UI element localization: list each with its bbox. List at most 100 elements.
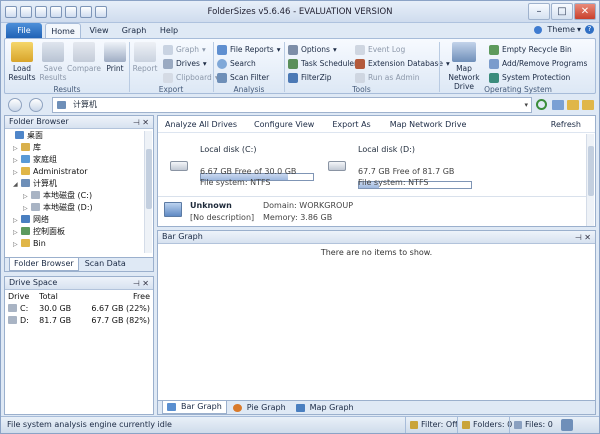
table-row[interactable]: D: 81.7 GB 67.7 GB (82%): [5, 314, 153, 326]
empty-recycle-bin-button[interactable]: Empty Recycle Bin: [489, 43, 572, 56]
configure-view-button[interactable]: Configure View: [254, 120, 314, 129]
log-icon: [355, 44, 365, 55]
print-label: Print: [106, 64, 124, 73]
tree-item-homegroup[interactable]: ▷ 家庭组: [13, 154, 57, 166]
tree-item-label: Bin: [33, 239, 46, 248]
window-title: FolderSizes v5.6.46 - EVALUATION VERSION: [207, 7, 393, 17]
help-icon[interactable]: ?: [585, 25, 594, 34]
column-drive[interactable]: Drive: [5, 290, 36, 302]
group-os-label: Operating System: [484, 85, 552, 94]
tree-item-drive-d[interactable]: ▷ 本地磁盘 (D:): [23, 202, 93, 214]
export-clipboard-button[interactable]: Clipboard▾: [163, 71, 219, 84]
print-button[interactable]: Print: [100, 42, 130, 73]
folder-star-icon[interactable]: [582, 100, 594, 110]
folder-icon[interactable]: [567, 100, 579, 110]
add-remove-programs-button[interactable]: Add/Remove Programs: [489, 57, 587, 70]
column-total[interactable]: Total: [36, 290, 79, 302]
tree-item-network[interactable]: ▷ 网络: [13, 214, 49, 226]
map-network-drive-link[interactable]: Map Network Drive: [390, 120, 467, 129]
chevron-down-icon[interactable]: ▾: [524, 98, 528, 112]
tab-help[interactable]: Help: [155, 23, 183, 39]
compare-button[interactable]: Compare: [67, 42, 101, 73]
system-protection-button[interactable]: System Protection: [489, 71, 570, 84]
task-scheduler-button[interactable]: Task Scheduler: [288, 57, 357, 70]
tree-item-desktop[interactable]: 桌面: [7, 130, 43, 142]
folder-up-icon[interactable]: [552, 100, 564, 110]
tab-pie-graph[interactable]: Pie Graph: [229, 401, 290, 414]
scrollbar-thumb[interactable]: [146, 149, 152, 209]
computer-icon: [57, 101, 66, 109]
pin-icon[interactable]: ⊣ ✕: [133, 278, 149, 290]
theme-label: Theme: [547, 25, 575, 34]
tree-item-control-panel[interactable]: ▷ 控制面板: [13, 226, 65, 238]
export-drives-label: Drives: [176, 59, 200, 68]
export-as-button[interactable]: Export As: [332, 120, 370, 129]
tab-scan-data[interactable]: Scan Data: [81, 258, 130, 271]
analyze-all-drives-button[interactable]: Analyze All Drives: [165, 120, 237, 129]
disk-d-name[interactable]: Local disk (D:): [358, 145, 415, 154]
bar-graph-title: Bar Graph: [162, 232, 203, 241]
close-button[interactable]: ✕: [574, 3, 596, 20]
drives-scrollbar[interactable]: [586, 134, 594, 226]
address-input[interactable]: 计算机 ▾: [52, 97, 532, 113]
computer-name: Unknown: [190, 201, 232, 210]
search-button[interactable]: Search: [217, 57, 256, 70]
tab-graph[interactable]: Graph: [117, 23, 151, 39]
event-log-button[interactable]: Event Log: [355, 43, 405, 56]
minimize-button[interactable]: –: [528, 3, 550, 20]
theme-menu[interactable]: Theme ▾: [534, 25, 581, 34]
tree-scrollbar[interactable]: [144, 131, 152, 253]
status-folders: Folders: 0: [457, 417, 512, 433]
save-results-button[interactable]: Save Results: [38, 42, 68, 82]
drive-icon: [31, 191, 40, 199]
maximize-button[interactable]: □: [551, 3, 573, 20]
tree-item-computer[interactable]: ◢ 计算机: [13, 178, 57, 190]
drive-letter: D:: [20, 315, 29, 325]
tree-item-label: 家庭组: [33, 155, 57, 164]
filterzip-button[interactable]: FilterZip: [288, 71, 332, 84]
refresh-icon[interactable]: [536, 99, 547, 110]
back-button[interactable]: [8, 98, 22, 112]
pin-icon[interactable]: ⊣ ✕: [133, 117, 149, 129]
drive-letter: C:: [20, 303, 29, 313]
file-reports-button[interactable]: File Reports ▾: [217, 43, 280, 56]
options-button[interactable]: Options ▾: [288, 43, 337, 56]
compare-icon: [73, 42, 95, 62]
map-network-drive-button[interactable]: Map Network Drive: [441, 42, 487, 91]
tree-item-drive-c[interactable]: ▷ 本地磁盘 (C:): [23, 190, 92, 202]
scrollbar-thumb[interactable]: [588, 146, 594, 196]
address-path: 计算机: [73, 100, 97, 109]
tab-map-graph[interactable]: Map Graph: [292, 401, 358, 414]
status-filter[interactable]: Filter: Off: [405, 417, 458, 433]
tab-pie-graph-label: Pie Graph: [246, 402, 286, 412]
table-row[interactable]: C: 30.0 GB 6.67 GB (22%): [5, 302, 153, 314]
tree-item-bin[interactable]: ▷ Bin: [13, 238, 46, 250]
tree-item-library[interactable]: ▷ 库: [13, 142, 41, 154]
tab-folder-browser[interactable]: Folder Browser: [9, 258, 79, 271]
tree-item-administrator[interactable]: ▷ Administrator: [13, 166, 88, 178]
tab-view[interactable]: View: [85, 23, 113, 39]
export-drives-button[interactable]: Drives ▾: [163, 57, 207, 70]
pin-icon[interactable]: ⊣ ✕: [575, 232, 591, 244]
forward-button[interactable]: [29, 98, 43, 112]
main-toolbar: Analyze All Drives Configure View Export…: [158, 116, 595, 133]
scan-filter-button[interactable]: Scan Filter: [217, 71, 269, 84]
load-results-label: Load Results: [8, 64, 36, 82]
tab-home[interactable]: Home: [45, 23, 81, 39]
refresh-button[interactable]: Refresh: [551, 120, 581, 129]
run-as-admin-button[interactable]: Run as Admin: [355, 71, 420, 84]
extension-database-button[interactable]: Extension Database ▾: [355, 57, 450, 70]
computer-description: [No description]: [190, 213, 255, 222]
export-graph-button[interactable]: Graph ▾: [163, 43, 206, 56]
programs-icon: [489, 58, 499, 69]
status-icon[interactable]: [561, 419, 573, 431]
column-free[interactable]: Free: [79, 290, 153, 302]
report-button[interactable]: Report: [130, 42, 160, 73]
tree-item-label: 库: [33, 143, 41, 152]
load-results-button[interactable]: Load Results: [7, 42, 37, 82]
tab-bar-graph[interactable]: Bar Graph: [162, 401, 227, 414]
computer-domain: Domain: WORKGROUP: [263, 201, 354, 210]
tab-file[interactable]: File: [6, 23, 42, 39]
drive-icon: [8, 315, 17, 324]
disk-c-name[interactable]: Local disk (C:): [200, 145, 256, 154]
